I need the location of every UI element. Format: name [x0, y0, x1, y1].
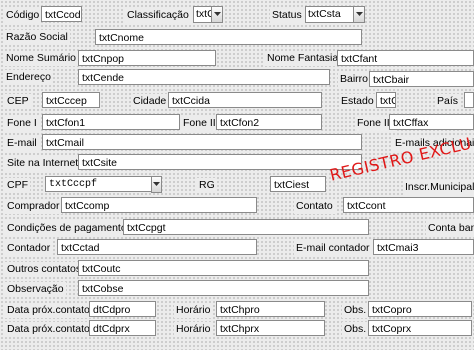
cep-field[interactable]: txtCccep [42, 92, 100, 108]
classificacao-dropdown-button[interactable] [211, 7, 222, 22]
codigo-label: Código [4, 8, 42, 23]
endereco-field[interactable]: txtCende [78, 69, 330, 85]
classificacao-combo[interactable]: txtC [193, 6, 223, 23]
status-dropdown-button[interactable] [353, 7, 364, 22]
site-label: Site na Internet [5, 156, 81, 171]
bairro-label: Bairro [338, 72, 371, 87]
nome-fantasia-label: Nome Fantasia [265, 51, 341, 66]
obs-2-field[interactable]: txtCoprx [368, 320, 472, 336]
cidade-field[interactable]: txtCcida [168, 92, 322, 108]
estado-field[interactable]: txtC [376, 92, 396, 108]
data-proximo-contato-2-field[interactable]: dtCdprx [89, 320, 156, 336]
observacao-label: Observação [5, 282, 66, 297]
inscricao-municipal-label: Inscr.Municipal [403, 180, 474, 195]
bairro-field[interactable]: txtCbair [369, 71, 474, 87]
email-contador-label: E-mail contador [294, 241, 372, 256]
condicoes-field[interactable]: txtCcpgt [123, 219, 369, 235]
horario-2-field[interactable]: txtChprx [216, 320, 325, 336]
observacao-field[interactable]: txtCobse [78, 280, 369, 296]
fone3-field[interactable]: txtCffax [389, 114, 474, 130]
estado-label: Estado [339, 94, 376, 109]
rg-label: RG [197, 178, 217, 193]
conta-banco-label: Conta ban [426, 221, 474, 236]
email-contador-field[interactable]: txtCmai3 [373, 239, 474, 255]
fone2-field[interactable]: txtCfon2 [216, 114, 322, 130]
cidade-label: Cidade [131, 94, 169, 109]
status-value: txtCsta [308, 8, 341, 20]
inscricao-field[interactable]: txtCiest [270, 176, 326, 192]
cep-label: CEP [5, 94, 31, 109]
status-combo[interactable]: txtCsta [305, 6, 365, 23]
razao-social-field[interactable]: txtCnome [95, 29, 362, 45]
status-label: Status [270, 8, 304, 23]
contador-field[interactable]: txtCctad [57, 239, 257, 255]
obs-label: Obs. [342, 303, 369, 318]
chevron-down-icon [153, 182, 160, 186]
comprador-field[interactable]: txtCcomp [61, 197, 257, 213]
endereco-label: Endereço [4, 70, 53, 85]
comprador-label: Comprador [5, 199, 62, 214]
obs-2-label: Obs. [342, 322, 369, 337]
horario-label: Horário [174, 303, 213, 318]
data-proximo-contato-field[interactable]: dtCdpro [89, 301, 156, 317]
classificacao-label: Classificação [125, 8, 191, 23]
nome-sumario-field[interactable]: txtCnpop [78, 50, 216, 66]
contador-label: Contador [5, 241, 53, 256]
nome-fantasia-field[interactable]: txtCfant [337, 50, 474, 66]
email-field[interactable]: txtCmail [42, 134, 362, 150]
cpf-type-dropdown-button[interactable] [152, 177, 161, 192]
chevron-down-icon [214, 12, 221, 16]
cpf-field[interactable]: txtCccpf [45, 176, 152, 192]
contato-field[interactable]: txtCcont [343, 197, 474, 213]
razao-social-label: Razão Social [4, 30, 70, 45]
horario-field[interactable]: txtChpro [216, 301, 325, 317]
site-field[interactable]: txtCsite [78, 154, 362, 170]
cpf-label: CPF [5, 178, 30, 193]
obs-field[interactable]: txtCopro [368, 301, 472, 317]
fone1-field[interactable]: txtCfon1 [42, 114, 180, 130]
fone1-label: Fone I [5, 116, 39, 131]
contato-label: Contato [294, 199, 335, 214]
cpf-type-combo[interactable] [151, 176, 162, 193]
nome-sumario-label: Nome Sumário [4, 51, 79, 66]
data-proximo-contato-2-label: Data próx.contato [5, 322, 92, 337]
outros-contatos-field[interactable]: txtCoutc [78, 260, 369, 276]
fone2-label: Fone II [181, 116, 218, 131]
email-label: E-mail [5, 136, 39, 151]
horario-2-label: Horário [174, 322, 213, 337]
outros-contatos-label: Outros contatos [5, 262, 84, 277]
pais-field[interactable] [464, 92, 474, 108]
condicoes-label: Condições de pagamento [5, 221, 129, 236]
data-proximo-contato-label: Data próx.contato [5, 303, 92, 318]
chevron-down-icon [356, 12, 363, 16]
codigo-field[interactable]: txtCcod [41, 6, 82, 22]
pais-label: País [435, 94, 461, 109]
